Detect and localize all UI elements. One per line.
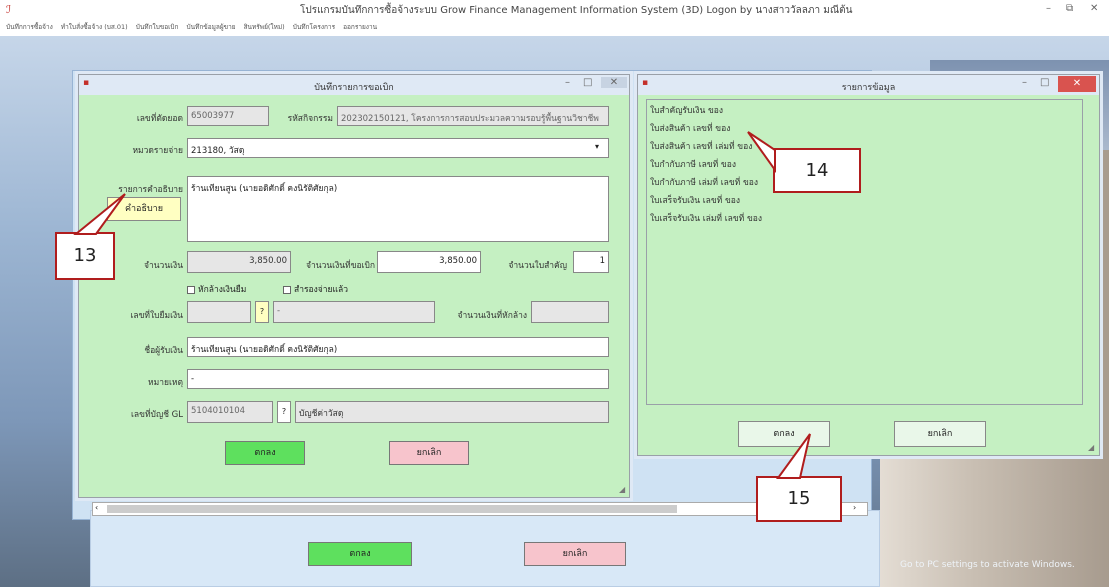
activate-windows-watermark: Go to PC settings to activate Windows.: [900, 560, 1075, 570]
callout-13-pointer: [73, 193, 126, 235]
callout-pointers: [73, 131, 811, 479]
callout-15-pointer: [776, 433, 811, 479]
callout-14-pointer: [747, 131, 776, 174]
